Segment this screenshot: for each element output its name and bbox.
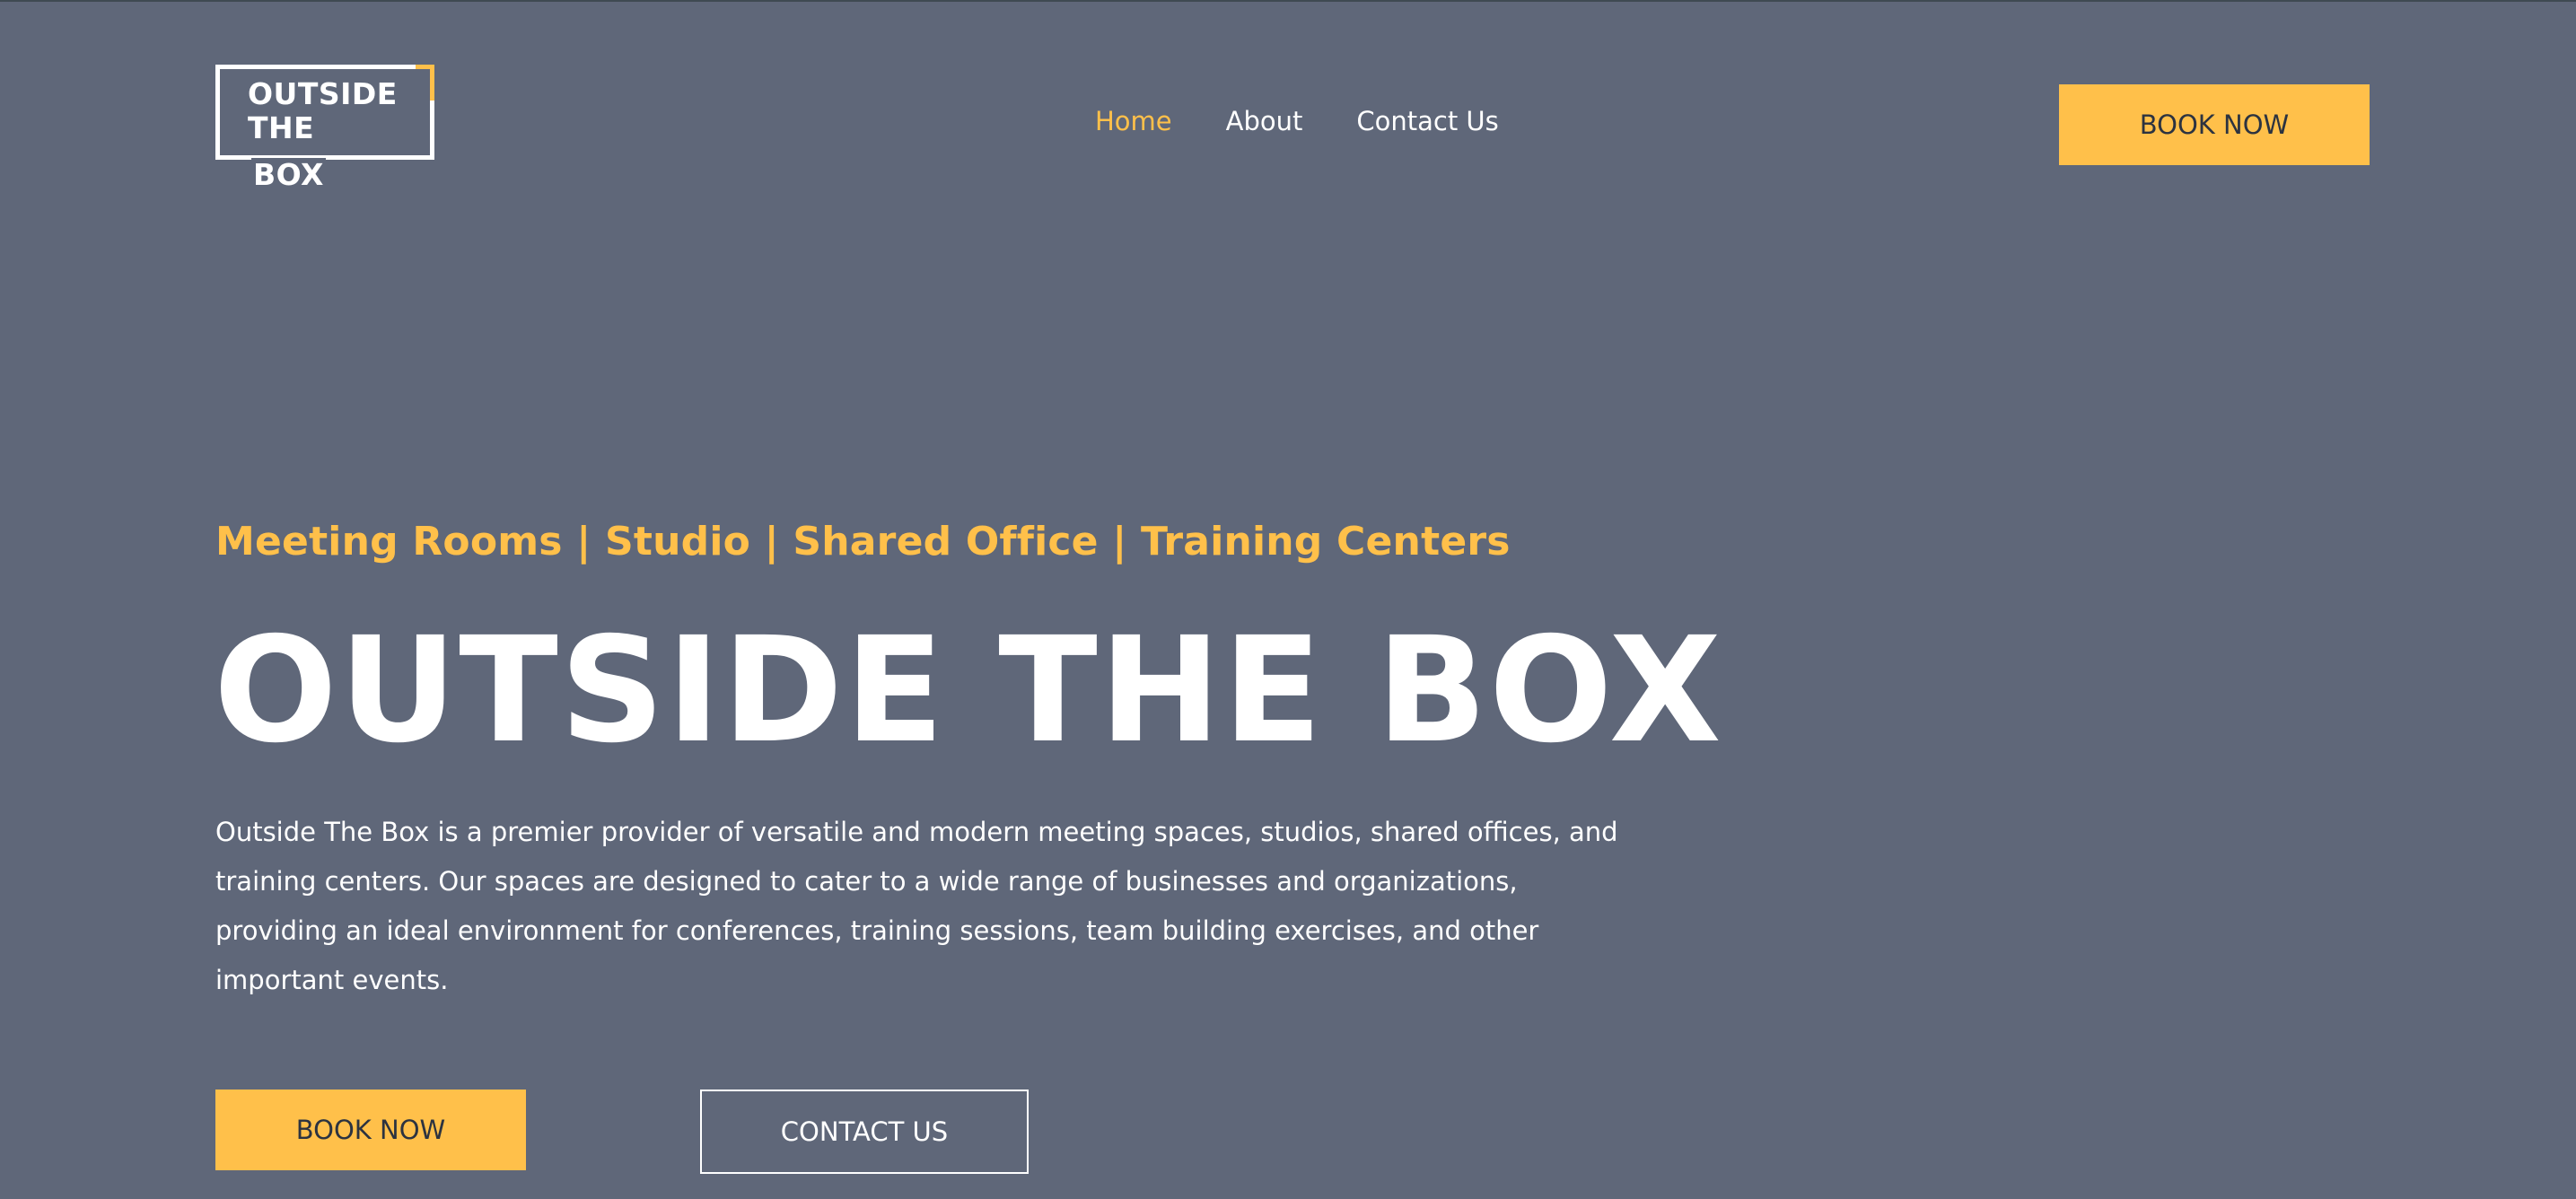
main-nav: Home About Contact Us (1095, 106, 1499, 136)
logo-text-line3: BOX (251, 157, 326, 192)
hero-tagline: Meeting Rooms | Studio | Shared Office |… (215, 519, 1511, 564)
logo-text-line2: THE (248, 110, 315, 145)
site-logo[interactable]: OUTSIDE THE BOX (215, 65, 434, 192)
nav-item-about[interactable]: About (1226, 106, 1303, 136)
nav-item-home[interactable]: Home (1095, 106, 1172, 136)
hero-description: Outside The Box is a premier provider of… (215, 817, 1618, 995)
nav-item-contact-us[interactable]: Contact Us (1356, 106, 1498, 136)
hero-title: OUTSIDE THE BOX (214, 607, 1723, 775)
logo-text-line1: OUTSIDE (248, 76, 398, 111)
top-border-line (0, 0, 2576, 2)
logo-accent-side (430, 65, 434, 101)
hero-book-now-button[interactable]: BOOK NOW (215, 1090, 526, 1170)
hero-contact-us-button[interactable]: CONTACT US (700, 1090, 1029, 1174)
header-book-now-button[interactable]: BOOK NOW (2059, 84, 2370, 165)
